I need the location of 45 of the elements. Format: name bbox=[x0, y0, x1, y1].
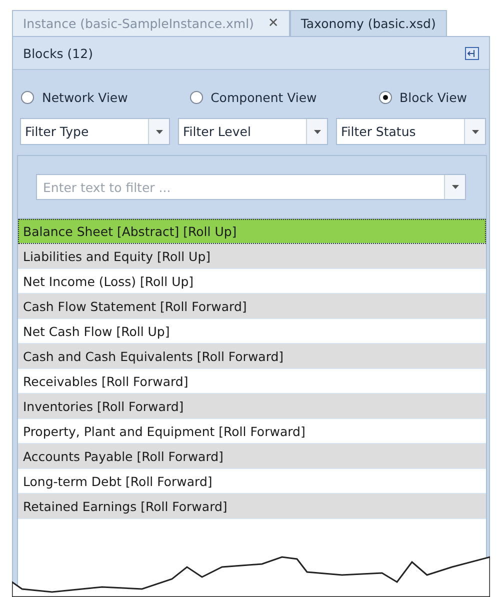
panel-title: Blocks (12) bbox=[23, 46, 93, 60]
tab-label: Taxonomy (basic.xsd) bbox=[300, 16, 436, 31]
view-radio[interactable]: Block View bbox=[378, 90, 467, 104]
row-label: Net Income (Loss) [Roll Up] bbox=[23, 274, 194, 288]
list-row[interactable]: Retained Earnings [Roll Forward] bbox=[18, 494, 486, 519]
row-label: Inventories [Roll Forward] bbox=[23, 398, 184, 414]
dropdown-value: Filter Status bbox=[340, 123, 417, 141]
filter-dropdown[interactable]: Filter Type bbox=[20, 118, 170, 145]
list-row[interactable]: Inventories [Roll Forward] bbox=[18, 394, 486, 419]
row-label: Cash Flow Statement [Roll Forward] bbox=[23, 298, 247, 314]
row-label: Net Cash Flow [Roll Up] bbox=[23, 324, 170, 338]
row-label: Receivables [Roll Forward] bbox=[23, 374, 188, 388]
list-row[interactable]: Liabilities and Equity [Roll Up] bbox=[18, 244, 486, 269]
tab[interactable]: Instance (basic-SampleInstance.xml) ✕ bbox=[12, 10, 290, 36]
list-row[interactable]: Balance Sheet [Abstract] [Roll Up] bbox=[18, 219, 486, 244]
list-row[interactable]: Accounts Payable [Roll Forward] bbox=[18, 444, 486, 469]
row-label: Long-term Debt [Roll Forward] bbox=[23, 474, 212, 488]
dropdown-value: Filter Type bbox=[24, 123, 90, 141]
tab[interactable]: Taxonomy (basic.xsd) bbox=[290, 10, 447, 36]
close-icon[interactable]: ✕ bbox=[268, 16, 279, 31]
tab-label: Instance (basic-SampleInstance.xml) bbox=[23, 16, 254, 31]
list-row[interactable]: Cash Flow Statement [Roll Forward] bbox=[18, 294, 486, 319]
filter-dropdown[interactable]: Filter Level bbox=[178, 118, 328, 145]
row-label: Accounts Payable [Roll Forward] bbox=[23, 448, 224, 464]
radio-dot[interactable] bbox=[190, 90, 203, 104]
row-label: Liabilities and Equity [Roll Up] bbox=[23, 248, 211, 264]
dropdown-value: Filter Level bbox=[182, 123, 252, 141]
row-label: Balance Sheet [Abstract] [Roll Up] bbox=[23, 224, 237, 238]
row-label: Retained Earnings [Roll Forward] bbox=[23, 498, 228, 514]
caret-icon bbox=[314, 130, 320, 134]
radio-label: Block View bbox=[400, 90, 467, 104]
row-label: Property, Plant and Equipment [Roll Forward] bbox=[23, 424, 306, 438]
view-radio[interactable]: Network View bbox=[21, 90, 128, 104]
caret-icon bbox=[452, 185, 458, 189]
radio-dot[interactable] bbox=[21, 90, 34, 104]
pin-icon[interactable] bbox=[465, 46, 479, 60]
list-row[interactable]: Cash and Cash Equivalents [Roll Forward] bbox=[18, 344, 486, 369]
row-label: Cash and Cash Equivalents [Roll Forward] bbox=[23, 348, 284, 364]
radio-dot[interactable] bbox=[378, 90, 392, 104]
radio-label: Component View bbox=[210, 90, 317, 104]
caret-icon bbox=[156, 130, 162, 134]
radio-label: Network View bbox=[42, 90, 128, 104]
caret-icon bbox=[472, 130, 478, 134]
view-radio[interactable]: Component View bbox=[190, 90, 317, 104]
filter-dropdown[interactable]: Filter Status bbox=[336, 118, 486, 145]
